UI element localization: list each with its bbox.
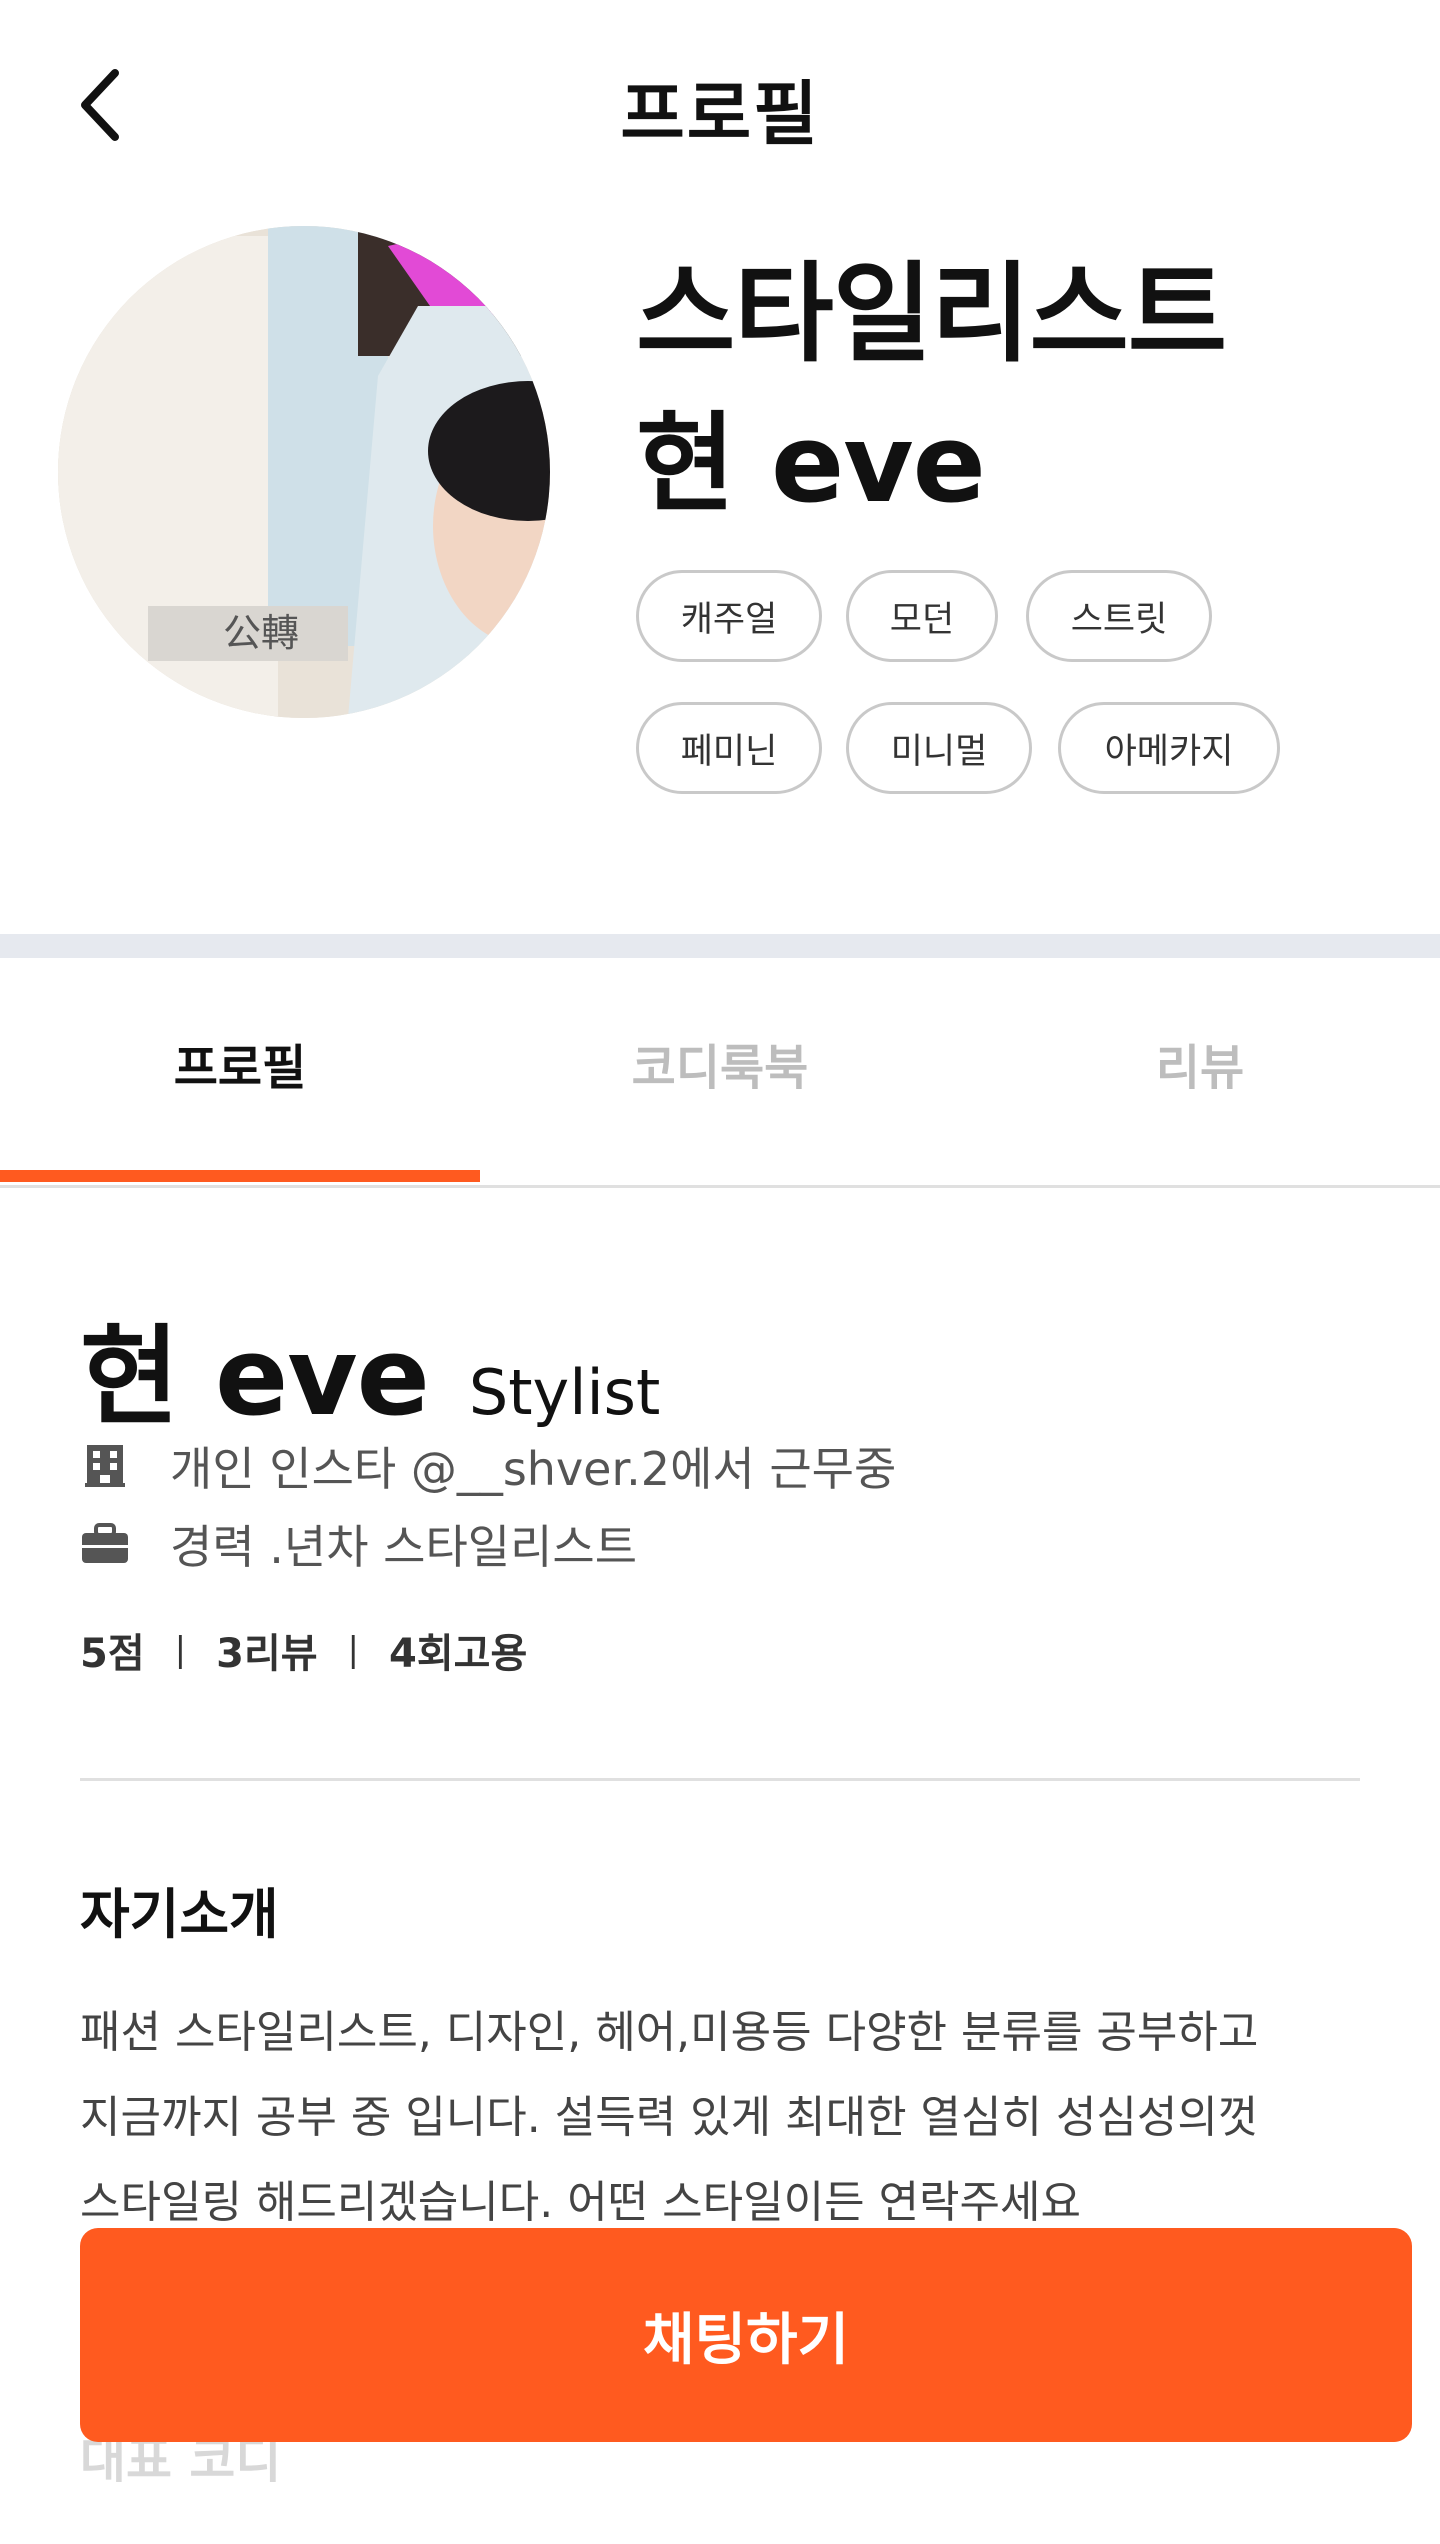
avatar: 公轉 bbox=[58, 226, 550, 718]
stats-row: 5점 | 3리뷰 | 4회고용 bbox=[80, 1620, 527, 1680]
intro-line: 지금까지 공부 중 입니다. 설득력 있게 최대한 열심히 성심성의껏 bbox=[80, 2092, 1259, 2143]
hire-count-stat: 4회고용 bbox=[389, 1631, 528, 1677]
profile-role: Stylist bbox=[468, 1356, 661, 1429]
stat-separator: | bbox=[347, 1630, 360, 1670]
profile-name-row: 현 eve Stylist bbox=[80, 1290, 660, 1440]
section-divider bbox=[0, 934, 1440, 958]
tab-reviews[interactable]: 리뷰 bbox=[960, 958, 1440, 1188]
page-title: 프로필 bbox=[620, 73, 820, 155]
style-tag[interactable]: 페미닌 bbox=[636, 702, 822, 794]
intro-body: 패션 스타일리스트, 디자인, 헤어,미용등 다양한 분류를 공부하고 지금까지… bbox=[80, 1990, 1380, 2245]
stylist-display-name: 스타일리스트 현 eve bbox=[636, 240, 1396, 540]
workplace-row: 개인 인스타 @__shver.2에서 근무중 bbox=[80, 1436, 896, 1496]
active-tab-indicator bbox=[0, 1170, 480, 1182]
profile-name: 현 eve bbox=[80, 1315, 430, 1440]
briefcase-icon bbox=[80, 1519, 130, 1569]
workplace-text: 개인 인스타 @__shver.2에서 근무중 bbox=[170, 1442, 897, 1496]
style-tag[interactable]: 아메카지 bbox=[1058, 702, 1280, 794]
style-tag[interactable]: 미니멀 bbox=[846, 702, 1032, 794]
svg-text:公轉: 公轉 bbox=[223, 611, 299, 655]
rating-stat: 5점 bbox=[80, 1631, 145, 1677]
intro-line: 패션 스타일리스트, 디자인, 헤어,미용등 다양한 분류를 공부하고 bbox=[80, 2007, 1259, 2058]
tab-bar: 프로필 코디룩북 리뷰 bbox=[0, 958, 1440, 1188]
style-tag[interactable]: 스트릿 bbox=[1026, 570, 1212, 662]
review-count-stat: 3리뷰 bbox=[216, 1631, 318, 1677]
chat-button[interactable]: 채팅하기 bbox=[80, 2228, 1412, 2442]
stylist-title-line: 스타일리스트 bbox=[636, 252, 1227, 377]
content-divider bbox=[80, 1778, 1360, 1781]
top-bar: 프로필 bbox=[0, 0, 1440, 200]
stylist-name-line: 현 eve bbox=[636, 402, 986, 527]
tab-profile[interactable]: 프로필 bbox=[0, 958, 480, 1188]
tab-lookbook[interactable]: 코디룩북 bbox=[480, 958, 960, 1188]
style-tag[interactable]: 모던 bbox=[846, 570, 998, 662]
career-row: 경력 .년차 스타일리스트 bbox=[80, 1514, 637, 1574]
stat-separator: | bbox=[174, 1630, 187, 1670]
career-text: 경력 .년차 스타일리스트 bbox=[170, 1520, 638, 1574]
intro-heading: 자기소개 bbox=[80, 1883, 279, 1946]
style-tag[interactable]: 캐주얼 bbox=[636, 570, 822, 662]
building-icon bbox=[80, 1441, 130, 1491]
